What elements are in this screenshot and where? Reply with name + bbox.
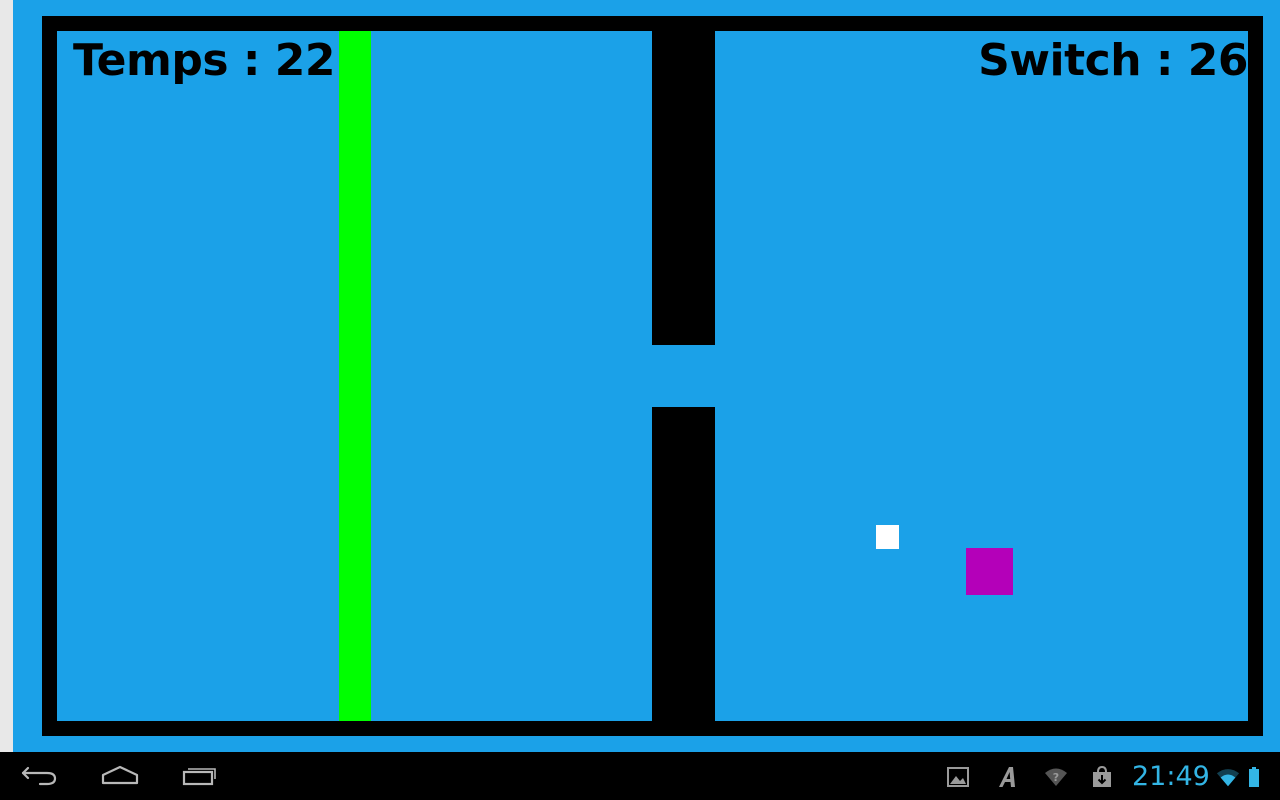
recent-apps-button[interactable]: [168, 760, 232, 792]
home-icon: [100, 762, 140, 790]
green-goal-bar: [339, 31, 371, 721]
recent-apps-icon: [180, 762, 220, 790]
wall-bottom-segment: [652, 407, 715, 721]
clock: 21:49: [1132, 761, 1210, 792]
back-icon: [20, 762, 60, 790]
game-field[interactable]: Temps : 22 Switch : 26: [57, 31, 1248, 721]
battery-icon: [1246, 766, 1262, 788]
system-navigation-bar: ? 21:49: [0, 752, 1280, 800]
time-counter: Temps : 22: [73, 35, 336, 86]
wall-top-segment: [652, 31, 715, 345]
back-button[interactable]: [8, 760, 72, 792]
game-screen[interactable]: Temps : 22 Switch : 26: [13, 0, 1280, 752]
enemy-block: [966, 548, 1013, 595]
wifi-unknown-icon: ?: [1044, 766, 1068, 788]
switch-counter: Switch : 26: [978, 35, 1248, 86]
download-store-icon[interactable]: [1090, 766, 1114, 788]
svg-text:?: ?: [1053, 771, 1059, 784]
gallery-notification-icon[interactable]: [946, 766, 970, 788]
player-block: [876, 525, 899, 549]
wifi-icon: [1216, 766, 1240, 788]
font-app-notification-icon[interactable]: [996, 766, 1020, 788]
home-button[interactable]: [88, 760, 152, 792]
